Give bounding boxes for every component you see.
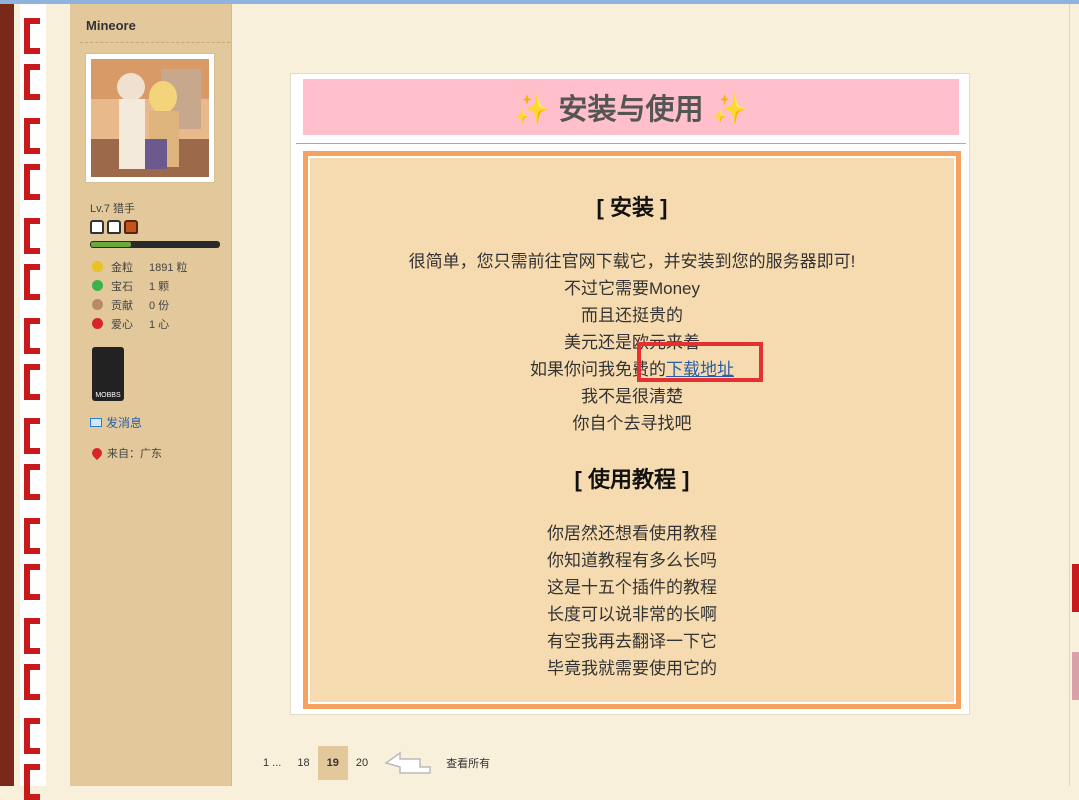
bracket-decoration — [24, 318, 40, 354]
text-line: 毕竟我就需要使用它的 — [547, 659, 717, 678]
medal-row — [90, 220, 138, 234]
text-line: 你居然还想看使用教程 — [547, 524, 717, 543]
bracket-decoration — [24, 218, 40, 254]
contribution-icon — [92, 299, 103, 310]
badge-caption: MOBBS — [95, 392, 121, 399]
divider — [296, 143, 966, 144]
bracket-decoration — [24, 618, 40, 654]
divider — [80, 42, 230, 43]
page-current: 19 — [317, 746, 348, 780]
avatar[interactable] — [86, 54, 214, 182]
bracket-decoration — [24, 664, 40, 700]
user-stats: 金粒 1891 粒 宝石 1 颗 贡献 0 份 爱心 1 心 — [92, 257, 188, 333]
text-line: 如果你问我免费的下载地址 — [310, 356, 954, 383]
page-first[interactable]: 1 ... — [255, 746, 289, 780]
bracket-decoration — [24, 118, 40, 154]
text-line: 我不是很清楚 — [581, 387, 683, 406]
pagination: 1 ... 18 19 20 查看所有 — [255, 746, 490, 780]
location-pin-icon — [89, 445, 105, 461]
stat-value: 1 颗 — [149, 280, 170, 293]
content-inner: [ 安装 ] 很简单，您只需前往官网下载它，并安装到您的服务器即可! 不过它需要… — [308, 156, 956, 704]
install-text: 很简单，您只需前往官网下载它，并安装到您的服务器即可! 不过它需要Money 而… — [310, 248, 954, 437]
content-frame: [ 安装 ] 很简单，您只需前往官网下载它，并安装到您的服务器即可! 不过它需要… — [303, 151, 961, 709]
user-level: Lv.7 猎手 — [90, 203, 136, 215]
bracket-decoration — [24, 264, 40, 300]
bracket-decoration — [24, 564, 40, 600]
text-line: 很简单，您只需前往官网下载它，并安装到您的服务器即可! — [408, 252, 856, 271]
gem-icon — [92, 280, 103, 291]
bracket-decoration — [24, 164, 40, 200]
stat-heart: 爱心 1 心 — [92, 314, 188, 333]
text-line: 长度可以说非常的长啊 — [547, 605, 717, 624]
stat-label: 贡献 — [111, 299, 133, 312]
experience-bar — [90, 241, 220, 248]
avatar-image — [91, 59, 209, 177]
stat-value: 1 心 — [149, 318, 170, 331]
gold-nugget-icon — [92, 261, 103, 272]
stat-label: 宝石 — [111, 280, 133, 293]
text-line: 而且还挺贵的 — [581, 306, 683, 325]
view-all-link[interactable]: 查看所有 — [446, 755, 490, 771]
bracket-decoration — [24, 518, 40, 554]
text-line: 这是十五个插件的教程 — [547, 578, 717, 597]
user-location: 来自：广东 — [89, 445, 162, 461]
stat-value: 0 份 — [149, 299, 170, 312]
location-label: 来自：广东 — [107, 448, 162, 460]
stat-label: 爱心 — [111, 318, 133, 331]
section-title-install: [ 安装 ] — [596, 195, 668, 220]
section-title-tutorial: [ 使用教程 ] — [574, 467, 690, 492]
tutorial-text: 你居然还想看使用教程 你知道教程有多么长吗 这是十五个插件的教程 长度可以说非常… — [310, 520, 954, 682]
stat-contribution: 贡献 0 份 — [92, 295, 188, 314]
page-prev[interactable]: 18 — [289, 746, 317, 780]
post-heading: ✨ 安装与使用 ✨ — [303, 79, 959, 135]
page-next[interactable]: 20 — [348, 746, 376, 780]
text-line: 你自个去寻找吧 — [572, 414, 692, 433]
badge-card[interactable]: MOBBS — [92, 347, 124, 401]
heart-icon — [92, 318, 103, 329]
bracket-decoration — [24, 718, 40, 754]
stat-gold: 金粒 1891 粒 — [92, 257, 188, 276]
bracket-decoration — [24, 764, 40, 800]
text-line: 有空我再去翻译一下它 — [547, 632, 717, 651]
stat-value: 1891 粒 — [149, 261, 188, 274]
bracket-decoration — [24, 418, 40, 454]
send-message-link[interactable]: 发消息 — [90, 414, 142, 431]
back-arrow-icon[interactable] — [384, 749, 434, 777]
text-line: 你知道教程有多么长吗 — [547, 551, 717, 570]
medal-icon[interactable] — [90, 220, 104, 234]
text-line: 美元还是欧元来着 — [564, 333, 700, 352]
highlight-box — [637, 342, 763, 382]
mail-icon — [90, 418, 102, 427]
stat-gem: 宝石 1 颗 — [92, 276, 188, 295]
user-sidebar: Mineore Lv.7 猎手 金粒 1891 粒 宝石 1 颗 贡献 0 份 … — [70, 4, 232, 786]
username-link[interactable]: Mineore — [86, 18, 136, 33]
right-edge-decoration — [1069, 4, 1079, 786]
bracket-decoration — [24, 364, 40, 400]
send-message-label: 发消息 — [106, 416, 143, 430]
post-content: ✨ 安装与使用 ✨ [ 安装 ] 很简单，您只需前往官网下载它，并安装到您的服务… — [290, 73, 970, 715]
text-line: 不过它需要Money — [563, 279, 701, 298]
stat-label: 金粒 — [111, 261, 133, 274]
medal-icon[interactable] — [107, 220, 121, 234]
bracket-decoration — [24, 64, 40, 100]
bracket-decoration — [24, 18, 40, 54]
decorative-left-border — [0, 4, 70, 800]
bracket-decoration — [24, 464, 40, 500]
medal-icon[interactable] — [124, 220, 138, 234]
